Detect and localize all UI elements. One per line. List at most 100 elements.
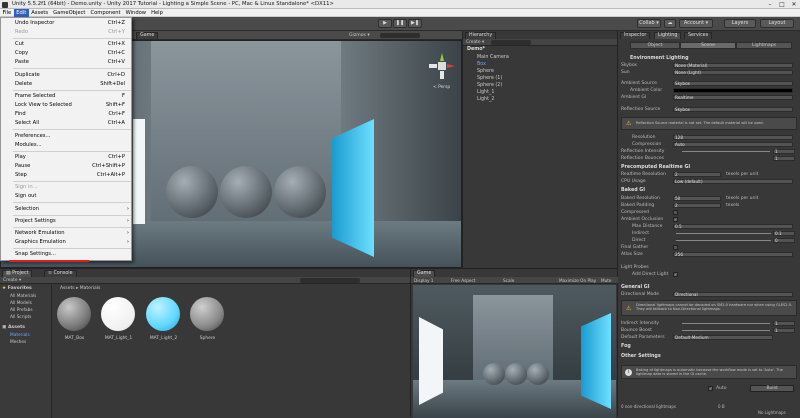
sphere-2[interactable]: [220, 166, 272, 218]
other-settings-header[interactable]: Other Settings: [621, 354, 661, 359]
menu-item-pause[interactable]: Pause Ctrl+Shift+P: [1, 162, 133, 171]
material-thumb-light-2[interactable]: [146, 297, 180, 331]
scene-search-input[interactable]: [380, 33, 420, 38]
menu-component[interactable]: Component: [88, 9, 123, 17]
field-default-parameters[interactable]: Default-Medium: [673, 335, 773, 340]
layers-dropdown[interactable]: Layers: [724, 19, 756, 28]
hierarchy-item-box[interactable]: Box: [477, 62, 486, 67]
field-ambient-source[interactable]: Skybox: [673, 81, 793, 86]
field-direct[interactable]: 0: [773, 238, 795, 243]
menu-item-cut[interactable]: Cut Ctrl+X: [1, 40, 133, 49]
minimize-icon[interactable]: –: [764, 0, 776, 9]
menu-item-copy[interactable]: Copy Ctrl+C: [1, 49, 133, 58]
menu-file[interactable]: File: [0, 9, 14, 17]
menu-help[interactable]: Help: [149, 9, 166, 17]
material-thumb-box[interactable]: [57, 297, 91, 331]
checkbox-final-gather[interactable]: [673, 245, 678, 250]
checkbox-add-direct-light[interactable]: ✓: [673, 272, 678, 277]
field-reflection-source[interactable]: Skybox: [673, 107, 793, 112]
hierarchy-create-button[interactable]: Create ▾: [466, 40, 484, 45]
field-realtime-resolution[interactable]: 2: [673, 172, 721, 177]
menu-item-duplicate[interactable]: Duplicate Ctrl+D: [1, 71, 133, 80]
tab-inspector[interactable]: Inspector: [620, 32, 651, 39]
field-reflection-bounces[interactable]: 1: [773, 156, 795, 161]
field-baked-resolution[interactable]: 50: [673, 196, 721, 201]
field-directional-mode[interactable]: Directional: [673, 292, 793, 297]
tab-console[interactable]: ≡ Console: [44, 270, 77, 277]
game-view[interactable]: [413, 285, 616, 418]
tab-lighting[interactable]: Lighting: [654, 32, 682, 39]
scene-gizmo[interactable]: [429, 53, 455, 79]
menu-item-select-all[interactable]: Select All Ctrl+A: [1, 119, 133, 128]
cloud-icon[interactable]: ☁: [664, 19, 676, 28]
menu-item-delete[interactable]: Delete Shift+Del: [1, 80, 133, 89]
favorite-all-materials[interactable]: All Materials: [10, 294, 36, 299]
field-sun[interactable]: None (Light): [673, 70, 793, 75]
menu-item-lock-view[interactable]: Lock View to Selected Shift+F: [1, 101, 133, 110]
tab-services[interactable]: Services: [684, 32, 713, 39]
subtab-lightmaps[interactable]: Lightmaps: [736, 42, 792, 49]
menu-assets[interactable]: Assets: [29, 9, 51, 17]
menu-window[interactable]: Window: [123, 9, 148, 17]
hierarchy-scene-name[interactable]: Demo*: [467, 47, 485, 52]
precomputed-gi-header[interactable]: Precomputed Realtime GI: [621, 165, 690, 170]
menu-item-graphics-emulation[interactable]: Graphics Emulation ›: [1, 238, 133, 247]
maximize-on-play-toggle[interactable]: Maximize On Play: [559, 278, 596, 283]
field-indirect[interactable]: 0.1: [773, 231, 795, 236]
project-create-button[interactable]: Create ▾: [3, 278, 21, 283]
build-button[interactable]: Build: [750, 385, 794, 392]
field-ambient-color[interactable]: [673, 88, 793, 93]
assets-header[interactable]: ▣ Assets: [2, 325, 25, 330]
subtab-object[interactable]: Object: [630, 42, 680, 49]
menu-item-find[interactable]: Find Ctrl+F: [1, 110, 133, 119]
checkbox-compressed[interactable]: [673, 210, 678, 215]
field-indirect-intensity[interactable]: 1: [773, 321, 795, 326]
hierarchy-item-main-camera[interactable]: Main Camera: [477, 55, 509, 60]
mute-toggle[interactable]: Mute: [601, 278, 612, 283]
fog-header[interactable]: Fog: [621, 344, 631, 349]
pause-button[interactable]: ❚❚: [393, 19, 407, 28]
close-icon[interactable]: ✕: [788, 0, 800, 9]
hierarchy-search-input[interactable]: [491, 40, 531, 45]
menu-item-network-emulation[interactable]: Network Emulation ›: [1, 229, 133, 238]
field-max-distance[interactable]: 0.5: [673, 224, 793, 229]
menu-item-frame-selected[interactable]: Frame Selected F: [1, 92, 133, 101]
persp-label[interactable]: < Persp: [433, 85, 450, 90]
menu-edit[interactable]: Edit: [13, 9, 29, 17]
field-resolution[interactable]: 128: [673, 135, 793, 140]
checkbox-auto[interactable]: ✓: [708, 386, 713, 391]
field-ambient-gi[interactable]: Realtime: [673, 95, 793, 100]
hierarchy-item-sphere-2[interactable]: Sphere (2): [477, 83, 502, 88]
field-reflection-intensity[interactable]: 1: [773, 149, 795, 154]
play-button[interactable]: ▶: [378, 19, 392, 28]
gizmos-dropdown[interactable]: Gizmos ▾: [349, 33, 370, 38]
hierarchy-item-light-2[interactable]: Light_2: [477, 97, 494, 102]
menu-item-selection[interactable]: Selection ›: [1, 205, 133, 214]
tab-game-top[interactable]: Game: [136, 32, 159, 39]
material-thumb-light-1[interactable]: [101, 297, 135, 331]
step-button[interactable]: ▶❚: [408, 19, 422, 28]
aspect-dropdown[interactable]: Free Aspect: [451, 278, 475, 283]
menu-item-play[interactable]: Play Ctrl+P: [1, 153, 133, 162]
field-cpu-usage[interactable]: Low (default): [673, 179, 793, 184]
hierarchy-item-sphere[interactable]: Sphere: [477, 69, 494, 74]
project-breadcrumb[interactable]: Assets ▸ Materials: [60, 286, 100, 291]
slider-indirect-intensity[interactable]: [682, 323, 770, 324]
checkbox-ambient-occlusion[interactable]: ✓: [673, 217, 678, 222]
slider-direct[interactable]: [676, 240, 771, 241]
general-gi-header[interactable]: General GI: [621, 285, 650, 290]
favorites-header[interactable]: ★ Favorites: [2, 286, 32, 291]
menu-item-undo[interactable]: Undo Inspector Ctrl+Z: [1, 19, 133, 28]
tab-hierarchy[interactable]: Hierarchy: [465, 32, 497, 39]
folder-materials[interactable]: Materials: [10, 333, 30, 338]
favorite-all-prefabs[interactable]: All Prefabs: [10, 308, 33, 313]
field-baked-padding[interactable]: 2: [673, 203, 721, 208]
menu-item-preferences[interactable]: Preferences...: [1, 132, 133, 141]
hierarchy-item-light-1[interactable]: Light_1: [477, 90, 494, 95]
slider-indirect[interactable]: [676, 233, 771, 234]
hierarchy-item-sphere-1[interactable]: Sphere (1): [477, 76, 502, 81]
menu-item-snap-settings[interactable]: Snap Settings...: [1, 250, 133, 259]
menu-item-step[interactable]: Step Ctrl+Alt+P: [1, 171, 133, 180]
baked-gi-header[interactable]: Baked GI: [621, 188, 645, 193]
folder-meshes[interactable]: Meshes: [10, 340, 26, 345]
